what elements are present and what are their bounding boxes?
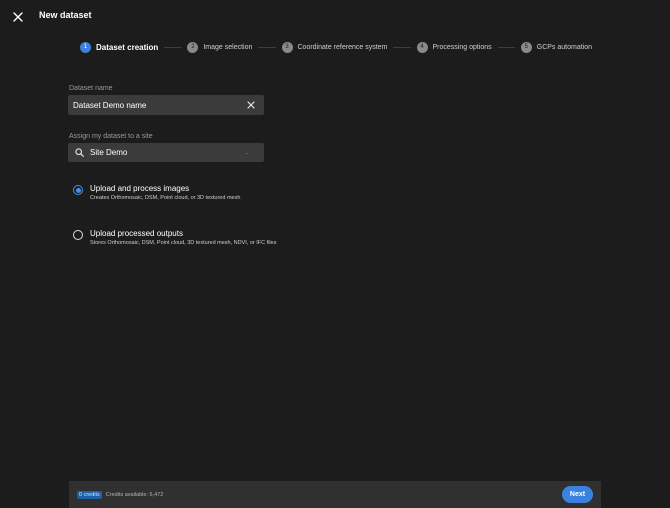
clear-button[interactable]	[244, 98, 258, 112]
dataset-name-label: Dataset name	[69, 85, 113, 92]
step-label: Coordinate reference system	[297, 43, 388, 51]
step-label: GCPs automation	[536, 43, 593, 51]
dataset-name-value: Dataset Demo name	[73, 100, 147, 110]
step-connector	[258, 46, 276, 48]
close-icon	[247, 101, 255, 109]
next-button[interactable]: Next	[562, 486, 593, 503]
credits-available: Credits available: 6,472	[105, 491, 164, 498]
site-marker: .	[246, 149, 248, 156]
step-label: Dataset creation	[96, 42, 159, 52]
step-image-selection[interactable]: 2 Image selection	[187, 41, 253, 53]
stepper: 1 Dataset creation 2 Image selection 3 C…	[80, 40, 592, 54]
step-number: 1	[80, 41, 91, 53]
site-search-field[interactable]: Site Demo .	[68, 143, 264, 162]
site-value: Site Demo	[90, 148, 128, 157]
step-number: 2	[187, 41, 199, 53]
radio-selected[interactable]	[73, 185, 83, 195]
dataset-name-field[interactable]: Dataset Demo name	[68, 95, 264, 115]
step-connector	[497, 46, 515, 48]
option-description: Creates Orthomosaic, DSM, Point cloud, o…	[90, 195, 241, 201]
radio-unselected[interactable]	[73, 230, 83, 240]
step-processing-options[interactable]: 4 Processing options	[416, 41, 492, 53]
option-description: Stores Orthomosaic, DSM, Point cloud, 3D…	[90, 240, 277, 246]
step-connector	[393, 46, 411, 48]
option-upload-process-images[interactable]: Upload and process images Creates Orthom…	[73, 184, 240, 203]
option-upload-processed-outputs[interactable]: Upload processed outputs Stores Orthomos…	[73, 229, 276, 248]
credits-badge: 0 credits	[77, 490, 102, 499]
option-title: Upload and process images	[90, 184, 190, 193]
option-title: Upload processed outputs	[90, 229, 183, 238]
page-title: New dataset	[39, 10, 92, 20]
step-gcps-automation[interactable]: 5 GCPs automation	[520, 41, 593, 53]
step-number: 3	[281, 41, 293, 53]
step-label: Image selection	[203, 43, 253, 51]
step-number: 4	[416, 41, 428, 53]
site-label: Assign my dataset to a site	[69, 133, 153, 140]
close-button[interactable]	[10, 9, 26, 25]
new-dataset-dialog: New dataset 1 Dataset creation 2 Image s…	[0, 0, 670, 508]
step-dataset-creation[interactable]: 1 Dataset creation	[80, 41, 159, 53]
close-icon	[13, 12, 23, 22]
step-connector	[164, 46, 182, 48]
footer-bar: 0 credits Credits available: 6,472 Next	[69, 481, 601, 508]
step-coordinate-reference-system[interactable]: 3 Coordinate reference system	[281, 41, 388, 53]
step-label: Processing options	[432, 43, 492, 51]
search-icon	[74, 148, 84, 158]
step-number: 5	[520, 41, 532, 53]
